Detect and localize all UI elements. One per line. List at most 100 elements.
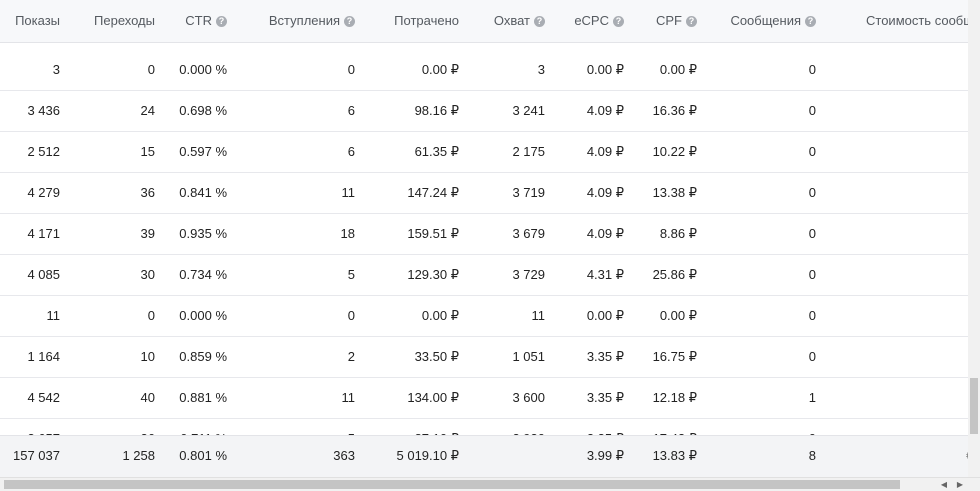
table-cell: 3 241 [512, 103, 545, 118]
table-cell: 24 [140, 103, 155, 118]
table-cell: 0.859 % [179, 349, 227, 364]
vertical-scrollbar[interactable] [968, 0, 980, 477]
table-cell: 1 051 [512, 349, 545, 364]
table-cell: 6 [347, 103, 355, 118]
column-header[interactable]: Сообщения? [730, 0, 816, 42]
scroll-right-icon[interactable]: ▶ [956, 480, 964, 489]
help-icon[interactable]: ? [613, 16, 624, 27]
totals-cell: 157 037 [13, 448, 60, 463]
table-row: 4 542 40 0.881 % 11 134.00 ₽ 3 600 3.35 ₽ 12.18… [0, 378, 968, 419]
table-cell: 4.09 ₽ [586, 185, 624, 200]
horizontal-scrollbar-thumb[interactable] [4, 480, 900, 489]
column-header-label: eCPC [574, 13, 609, 28]
totals-cell: 3.99 ₽ [586, 448, 624, 463]
table-cell: 0 [347, 308, 355, 323]
table-cell: 3.35 ₽ [586, 349, 624, 364]
table-row: 3 0 0.000 % 0 0.00 ₽ 3 0.00 ₽ 0.00 ₽ 0 [0, 50, 968, 91]
table-cell: 3 [52, 62, 60, 77]
help-icon[interactable]: ? [805, 16, 816, 27]
help-icon[interactable]: ? [686, 16, 697, 27]
table-cell: 134.00 ₽ [407, 390, 459, 405]
help-icon[interactable]: ? [344, 16, 355, 27]
table-cell: 11 [46, 308, 61, 323]
table-cell: 3 [537, 62, 545, 77]
table-cell: 40 [140, 390, 155, 405]
table-cell: 10.22 ₽ [652, 144, 697, 159]
column-header[interactable]: CTR? [185, 0, 227, 42]
table-row: 4 085 30 0.734 % 5 129.30 ₽ 3 729 4.31 ₽ 25.86 … [0, 255, 968, 296]
table-cell: 0.00 ₽ [421, 308, 459, 323]
column-header[interactable]: Потрачено [394, 0, 459, 42]
totals-cell: 363 [333, 448, 355, 463]
table-cell: 0 [147, 308, 155, 323]
table-cell: 2 512 [27, 144, 60, 159]
table-cell: 11 [341, 390, 356, 405]
help-icon[interactable]: ? [534, 16, 545, 27]
table-cell: 25.86 ₽ [652, 267, 697, 282]
table-cell: 10 [140, 349, 155, 364]
totals-row: 157 037 1 258 0.801 % 363 5 019.10 ₽ 3.99 ₽ 13… [0, 435, 968, 477]
table-row: 3 436 24 0.698 % 6 98.16 ₽ 3 241 4.09 ₽ 16.36 ₽… [0, 91, 968, 132]
totals-cell: 0.801 % [179, 448, 227, 463]
column-header-label: Показы [15, 13, 60, 28]
table-row: 11 0 0.000 % 0 0.00 ₽ 11 0.00 ₽ 0.00 ₽ 0 [0, 296, 968, 337]
table-cell: 16.36 ₽ [652, 103, 697, 118]
table-cell: 4.09 ₽ [586, 103, 624, 118]
table-cell: 12.18 ₽ [652, 390, 697, 405]
table-cell: 4.09 ₽ [586, 226, 624, 241]
table-cell: 0 [147, 62, 155, 77]
table-cell: 13.38 ₽ [652, 185, 697, 200]
column-header[interactable]: Вступления? [269, 0, 355, 42]
column-header[interactable]: Охват? [494, 0, 545, 42]
column-header[interactable]: CPF? [656, 0, 697, 42]
table-cell: 1 [808, 390, 816, 405]
table-cell: 2 [347, 349, 355, 364]
table-cell: 4 085 [27, 267, 60, 282]
table-cell: 3 729 [512, 267, 545, 282]
table-cell: 11 [531, 308, 546, 323]
table-cell: 3 600 [512, 390, 545, 405]
table-cell: 0.00 ₽ [659, 308, 697, 323]
column-header-label: Охват [493, 13, 530, 28]
column-header[interactable]: Стоимость сообщ [866, 0, 968, 42]
column-header-label: CTR [185, 13, 212, 28]
column-header[interactable]: eCPC? [574, 0, 624, 42]
table-cell: 147.24 ₽ [407, 185, 459, 200]
totals-cell: 5 019.10 ₽ [396, 448, 460, 463]
table-cell: 0 [808, 62, 816, 77]
table-cell: 0.00 ₽ [586, 62, 624, 77]
table-row: 4 171 39 0.935 % 18 159.51 ₽ 3 679 4.09 ₽ 8.86 … [0, 214, 968, 255]
table-cell: 0.841 % [179, 185, 227, 200]
table-cell: 11 [341, 185, 356, 200]
table-cell: 0.734 % [179, 267, 227, 282]
table-cell: 3 436 [27, 103, 60, 118]
table-cell: 0.00 ₽ [586, 308, 624, 323]
table-cell: 0.881 % [179, 390, 227, 405]
scroll-left-icon[interactable]: ◀ [940, 480, 948, 489]
table-cell: 4 279 [27, 185, 60, 200]
table-cell: 16.75 ₽ [652, 349, 697, 364]
column-header-label: Вступления [268, 13, 340, 28]
table-cell: 0.00 ₽ [659, 62, 697, 77]
table-cell: 0 [808, 226, 816, 241]
table-cell: 61.35 ₽ [414, 144, 459, 159]
table-cell: 36 [140, 185, 155, 200]
table-cell: 0.000 % [179, 62, 227, 77]
table-cell: 3 719 [512, 185, 545, 200]
table-cell: 2 175 [512, 144, 545, 159]
table-cell: 0 [808, 308, 816, 323]
table-cell: 0.597 % [179, 144, 227, 159]
help-icon[interactable]: ? [216, 16, 227, 27]
column-header[interactable]: Показы [15, 0, 60, 42]
table-cell: 0 [808, 144, 816, 159]
column-header[interactable]: Переходы [94, 0, 155, 42]
table-cell: 39 [140, 226, 155, 241]
table-cell: 8.86 ₽ [659, 226, 697, 241]
horizontal-scrollbar[interactable]: ◀ ▶ [0, 477, 980, 491]
column-header-label: Сообщения [730, 13, 801, 28]
table-body: 3 0 0.000 % 0 0.00 ₽3 0.00 ₽0.00 ₽0 3 436 24 0.6… [0, 50, 968, 460]
table-cell: 0 [347, 62, 355, 77]
vertical-scrollbar-thumb[interactable] [970, 378, 978, 434]
table-cell: 1 164 [27, 349, 60, 364]
table-cell: 4 171 [27, 226, 60, 241]
